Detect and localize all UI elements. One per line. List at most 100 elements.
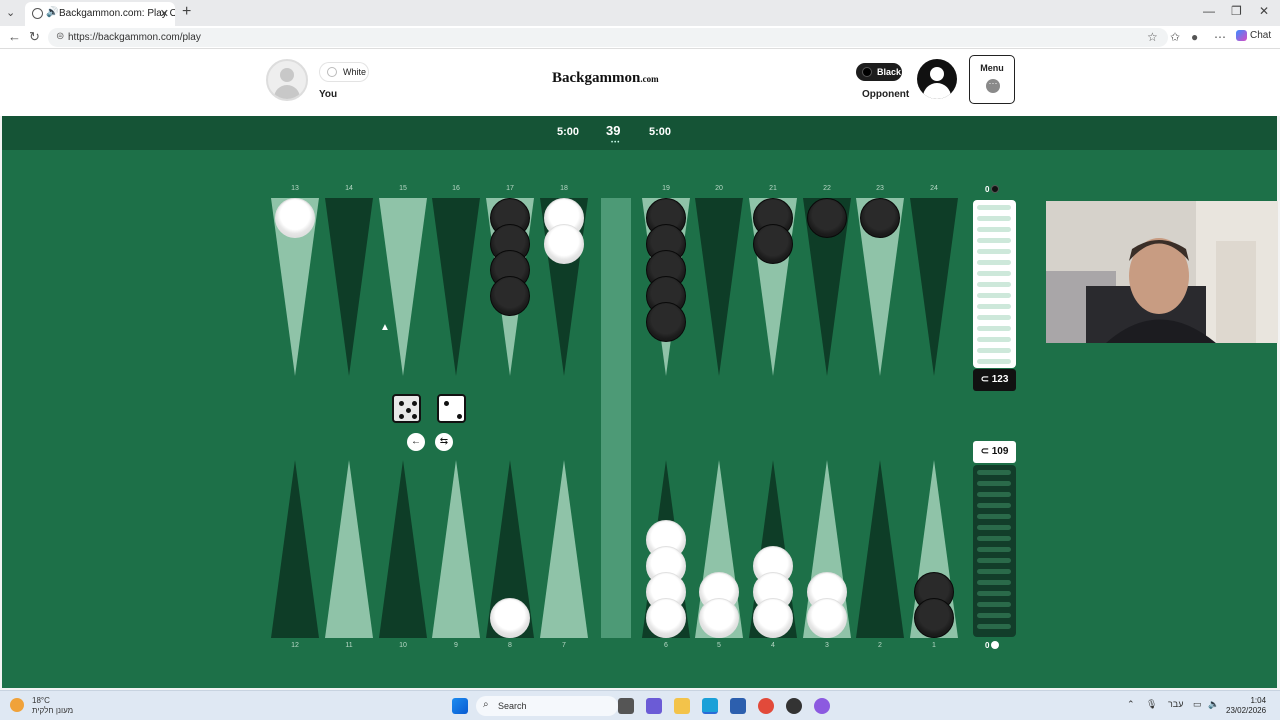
black-checker[interactable] (807, 198, 847, 238)
time: 1:04 (1250, 696, 1267, 705)
point-number: 8 (508, 642, 512, 649)
tab-title: Backgammon.com: Play Online Backgammon (59, 8, 175, 19)
white-checker[interactable] (544, 224, 584, 264)
board-bar[interactable] (601, 198, 631, 638)
player-avatar (266, 59, 308, 101)
teams-icon[interactable] (646, 698, 662, 714)
favorite-star-icon[interactable]: ☆ (1147, 30, 1158, 44)
start-icon[interactable] (452, 698, 468, 714)
reload-icon[interactable]: ↻ (29, 29, 40, 45)
file-explorer-icon[interactable] (674, 698, 690, 714)
white-checker[interactable] (807, 598, 847, 638)
board-point[interactable] (379, 460, 427, 638)
board-point[interactable] (695, 198, 743, 376)
microphone-icon[interactable]: 🎙 (1146, 699, 1157, 710)
tray-slot (977, 470, 1011, 475)
minimize-icon[interactable]: — (1203, 4, 1215, 18)
timer-bar: 5:00 39 ••• 5:00 (2, 116, 1277, 150)
tray-slot (977, 227, 1011, 232)
browser-tab[interactable]: 🔊 Backgammon.com: Play Online Backgammon… (25, 2, 175, 26)
board-point[interactable] (325, 198, 373, 376)
board-point[interactable] (271, 460, 319, 638)
board-point[interactable] (432, 198, 480, 376)
black-bearoff-tray[interactable] (973, 200, 1016, 368)
undo-arrow-left-icon[interactable]: ← (407, 433, 425, 451)
black-borne-off-value: 0 (985, 185, 990, 194)
address-bar: ← ↻ ⊜ https://backgammon.com/play ☆ ✩ ● … (0, 26, 1280, 49)
app-icon[interactable] (786, 698, 802, 714)
black-checker[interactable] (914, 598, 954, 638)
logo-main: Backgammon (552, 70, 641, 86)
swap-arrows-icon[interactable]: ⇆ (435, 433, 453, 451)
black-checker-icon (862, 67, 872, 77)
back-icon[interactable]: ← (8, 29, 21, 44)
die-2[interactable] (437, 394, 466, 423)
white-checker[interactable] (753, 598, 793, 638)
board-point[interactable] (540, 460, 588, 638)
edge-icon[interactable] (702, 698, 718, 714)
white-checker[interactable] (699, 598, 739, 638)
board-point[interactable] (325, 460, 373, 638)
point-number: 4 (771, 642, 775, 649)
chrome-icon[interactable] (758, 698, 774, 714)
taskbar-clock[interactable]: 1:04 23/02/2026 (1226, 696, 1266, 716)
menu-button[interactable]: Menu ··· (969, 55, 1015, 104)
url-text: https://backgammon.com/play (68, 32, 201, 43)
site-logo[interactable]: Backgammon.com (552, 70, 659, 87)
white-checker[interactable] (646, 598, 686, 638)
copilot-icon (1236, 30, 1247, 41)
tray-slot (977, 580, 1011, 585)
board-point[interactable] (856, 460, 904, 638)
network-icon[interactable]: ▭ (1193, 699, 1202, 710)
player-name: You (319, 89, 338, 100)
url-field[interactable]: ⊜ https://backgammon.com/play (48, 28, 1168, 47)
site-info-icon[interactable]: ⊜ (56, 31, 64, 42)
close-window-icon[interactable]: ✕ (1259, 4, 1269, 18)
black-checker[interactable] (753, 224, 793, 264)
tray-chevron-icon[interactable]: ⌃ (1127, 699, 1135, 710)
white-checker[interactable] (275, 198, 315, 238)
white-bearoff-tray[interactable] (973, 465, 1016, 637)
board-point[interactable] (379, 198, 427, 376)
taskbar-search[interactable]: ⌕ Search (476, 696, 618, 716)
menu-dots-icon: ··· (986, 79, 1000, 93)
die-1[interactable] (392, 394, 421, 423)
point-number: 18 (560, 185, 568, 192)
black-checker[interactable] (860, 198, 900, 238)
task-view-icon[interactable] (618, 698, 634, 714)
point-number: 9 (454, 642, 458, 649)
webcam-image (1046, 201, 1278, 343)
player-color-label: White (343, 67, 367, 77)
white-checker[interactable] (490, 598, 530, 638)
tab-list-chevron-icon[interactable]: ⌄ (6, 6, 15, 19)
board-point[interactable] (432, 460, 480, 638)
white-pip-count: ⊂ 109 (973, 441, 1016, 463)
speaker-icon[interactable]: 🔊 (46, 7, 58, 18)
favorites-icon[interactable]: ✩ (1170, 30, 1180, 44)
board-point[interactable] (910, 198, 958, 376)
black-checker[interactable] (490, 276, 530, 316)
messenger-icon[interactable] (814, 698, 830, 714)
tray-slot (977, 481, 1011, 486)
point-number: 16 (452, 185, 460, 192)
black-checker[interactable] (646, 302, 686, 342)
chat-label: Chat (1250, 30, 1272, 42)
close-tab-icon[interactable]: ✕ (160, 7, 169, 20)
profile-icon[interactable]: ● (1191, 30, 1198, 44)
move-number: 39 (606, 123, 621, 138)
volume-icon[interactable]: 🔈 (1208, 699, 1219, 710)
black-pip-value: 123 (991, 374, 1009, 385)
logo-suffix: .com (640, 74, 659, 84)
copilot-chat-button[interactable]: Chat (1236, 30, 1271, 41)
store-icon[interactable] (730, 698, 746, 714)
language-indicator[interactable]: עבר (1168, 699, 1183, 709)
more-options-icon[interactable]: ⋯ (1214, 30, 1226, 44)
die-pip (412, 414, 417, 419)
restore-icon[interactable]: ❐ (1231, 4, 1242, 18)
new-tab-icon[interactable]: + (182, 3, 191, 21)
die-pip (457, 414, 462, 419)
point-number: 7 (562, 642, 566, 649)
point-number: 15 (399, 185, 407, 192)
black-borne-off-count: 0 (985, 185, 1000, 194)
tray-slot (977, 536, 1011, 541)
